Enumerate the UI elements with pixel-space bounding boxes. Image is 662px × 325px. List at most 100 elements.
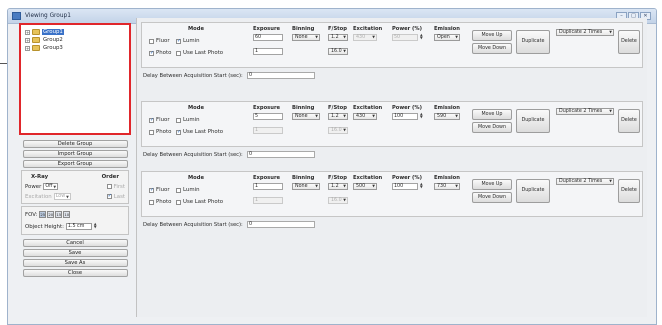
mode-header: Mode [188,26,204,32]
exposure-input[interactable]: 1 [253,183,283,190]
lumin-checkbox[interactable] [176,117,181,123]
delay-input[interactable]: 0 [247,72,315,79]
spinner-icon[interactable]: ▲ ▼ [420,182,424,190]
move-up-button[interactable]: Move Up [472,179,512,190]
delete-step-button[interactable]: Delete [618,30,640,54]
tree-item-group3[interactable]: + Group3 [25,44,125,52]
photo-checkbox[interactable] [149,199,154,205]
power-input[interactable]: 100 [392,183,418,190]
binning-select[interactable]: None ▼ [292,34,320,41]
last-checkbox[interactable] [106,193,112,199]
move-down-button[interactable]: Move Down [472,192,512,203]
duplicate-times-select[interactable]: Duplicate 2 Times ▼ [556,29,614,36]
photo-fstop-select[interactable]: 16.0 ▼ [328,48,348,55]
fov-option-10[interactable]: 10 [63,211,71,218]
fstop-select[interactable]: 1.2 ▼ [328,113,348,120]
save-as-button[interactable]: Save As [22,258,128,267]
fov-option-20[interactable]: 20 [47,211,55,218]
photo-exposure-input[interactable]: 1 [253,197,283,204]
photo-checkbox[interactable] [149,50,154,56]
duplicate-button[interactable]: Duplicate [516,30,550,54]
use-last-photo-checkbox[interactable] [176,129,181,135]
lumin-checkbox[interactable] [176,187,181,193]
object-height-input[interactable]: 1.5 cm [65,223,92,230]
xray-heading: X-Ray [31,174,49,180]
export-group-button[interactable]: Export Group [22,159,128,168]
binning-select[interactable]: None ▼ [292,183,320,190]
fstop-header: F/Stop [328,175,347,181]
power-input[interactable]: 100 [392,113,418,120]
delay-input[interactable]: 0 [247,151,315,158]
power-header: Power (%) [392,105,422,111]
lumin-checkbox[interactable] [176,38,181,44]
save-button[interactable]: Save [22,248,128,257]
exposure-input[interactable]: 60 [253,34,283,41]
fstop-select[interactable]: 1.2 ▼ [328,34,348,41]
photo-exposure-input[interactable]: 1 [253,127,283,134]
binning-header: Binning [292,175,315,181]
duplicate-button[interactable]: Duplicate [516,109,550,133]
excitation-select[interactable]: 430 ▼ [353,34,377,41]
emission-select[interactable]: 730 ▼ [434,183,460,190]
fluor-checkbox[interactable] [149,187,154,193]
use-last-photo-checkbox[interactable] [176,199,181,205]
duplicate-times-select[interactable]: Duplicate 2 Times ▼ [556,108,614,115]
fov-label: FOV: [25,211,38,218]
emission-select[interactable]: Open ▼ [434,34,460,41]
first-checkbox[interactable] [106,184,112,189]
delay-input[interactable]: 0 [247,221,315,228]
duplicate-times-select[interactable]: Duplicate 2 Times ▼ [556,178,614,185]
use-last-photo-label: Use Last Photo [183,129,224,135]
move-down-button[interactable]: Move Down [472,43,512,54]
delete-step-button[interactable]: Delete [618,179,640,203]
exposure-header: Exposure [253,105,281,111]
spinner-icon[interactable]: ▲ ▼ [420,112,424,120]
close-button[interactable]: Close [22,268,128,277]
excitation-label: Excitation [25,193,52,200]
binning-select[interactable]: None ▼ [292,113,320,120]
expand-icon[interactable]: + [25,45,30,51]
spinner-icon[interactable]: ▲ ▼ [94,222,98,230]
photo-fstop-select[interactable]: 16.0 ▼ [328,127,348,134]
move-down-button[interactable]: Move Down [472,122,512,133]
photo-exposure-input[interactable]: 1 [253,48,283,55]
window-title: Viewing Group1 [25,13,71,19]
expand-icon[interactable]: + [25,29,30,35]
tree-item-group1[interactable]: + Group1 [25,28,125,36]
expand-icon[interactable]: + [25,37,30,43]
fluor-checkbox[interactable] [149,117,154,123]
emission-select[interactable]: 590 ▼ [434,113,460,120]
spinner-icon[interactable]: ▲ ▼ [420,33,424,41]
import-group-button[interactable]: Import Group [22,149,128,158]
acquisition-step-2: Mode Exposure Binning F/Stop Excitation … [141,101,643,147]
duplicate-button[interactable]: Duplicate [516,179,550,203]
fov-option-25[interactable]: 25 [39,211,47,218]
xray-excitation-select[interactable]: Low ▼ [53,193,71,200]
excitation-select[interactable]: 430 ▼ [353,113,377,120]
xray-power-select[interactable]: Off ▼ [43,183,59,190]
tree-item-group2[interactable]: + Group2 [25,36,125,44]
fov-option-15[interactable]: 15 [55,211,63,218]
fstop-select[interactable]: 1.2 ▼ [328,183,348,190]
delete-step-button[interactable]: Delete [618,109,640,133]
cancel-button[interactable]: Cancel [22,238,128,247]
use-last-photo-checkbox[interactable] [176,50,181,56]
object-height-label: Object Height: [25,223,64,230]
move-up-button[interactable]: Move Up [472,30,512,41]
folder-icon [32,29,40,35]
exposure-input[interactable]: 5 [253,113,283,120]
delay-label: Delay Between Acquisition Start (sec): [143,73,243,79]
lumin-label: Lumin [183,187,200,193]
acquisition-step-3: Mode Exposure Binning F/Stop Excitation … [141,171,643,217]
photo-checkbox[interactable] [149,129,154,135]
delay-label: Delay Between Acquisition Start (sec): [143,222,243,228]
excitation-select[interactable]: 500 ▼ [353,183,377,190]
fluor-checkbox[interactable] [149,38,154,44]
power-input[interactable]: 50 [392,34,418,41]
group-tree[interactable]: + Group1 + Group2 + Group3 [19,23,131,135]
delete-group-button[interactable]: Delete Group [22,139,128,148]
fluor-label: Fluor [156,38,170,44]
photo-fstop-select[interactable]: 16.0 ▼ [328,197,348,204]
move-up-button[interactable]: Move Up [472,109,512,120]
fstop-header: F/Stop [328,105,347,111]
